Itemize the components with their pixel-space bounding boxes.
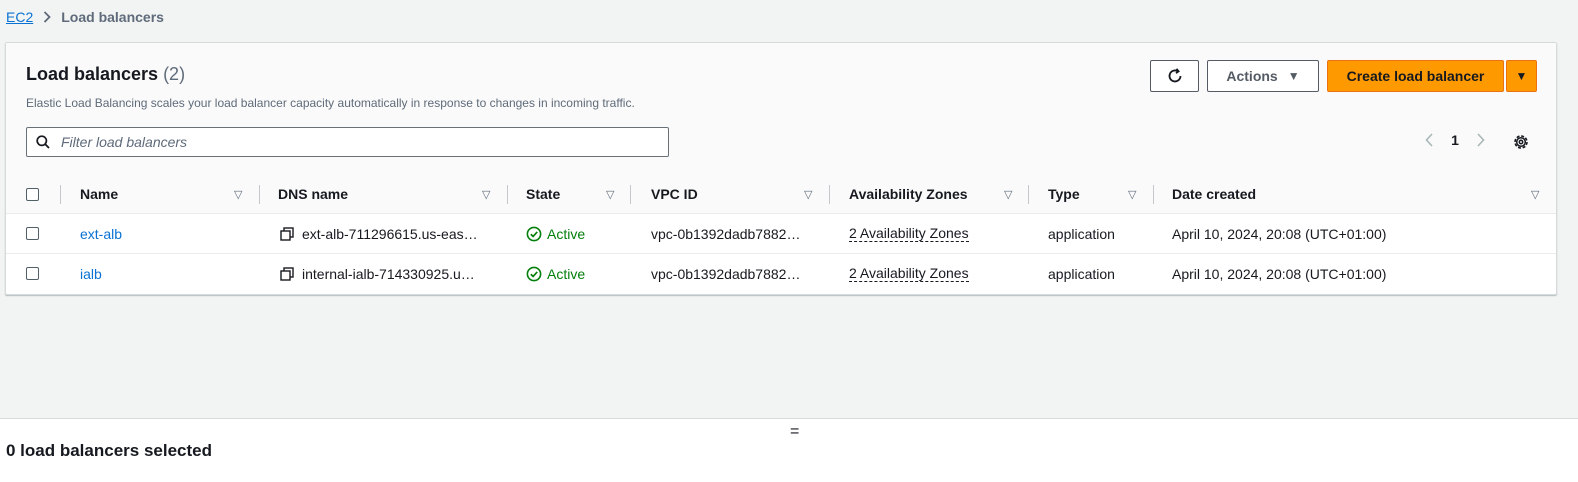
- breadcrumb-current: Load balancers: [61, 9, 164, 25]
- title-count: (2): [163, 64, 186, 84]
- lb-name-link[interactable]: ialb: [80, 266, 102, 282]
- check-circle-icon: [526, 266, 542, 281]
- load-balancers-panel: Load balancers (2) Elastic Load Balancin…: [5, 42, 1557, 295]
- current-page[interactable]: 1: [1441, 132, 1469, 148]
- split-panel: = 0 load balancers selected: [0, 418, 1578, 482]
- sort-icon[interactable]: ▽: [234, 175, 242, 213]
- selection-summary: 0 load balancers selected: [6, 441, 212, 460]
- lb-name-cell: ialb: [80, 254, 102, 293]
- table-row: ext-alb ext-alb-711296615.us-eas… Active…: [6, 214, 1556, 254]
- load-balancers-table: Name ▽ DNS name ▽ State ▽ VPC ID ▽ Avail…: [6, 175, 1556, 293]
- column-divider: [1153, 185, 1154, 204]
- filter-input[interactable]: [59, 133, 643, 151]
- breadcrumb: EC2 Load balancers: [6, 8, 164, 26]
- dns-name-text: ext-alb-711296615.us-eas…: [302, 225, 478, 242]
- state-text: Active: [547, 265, 586, 282]
- type-cell: application: [1048, 265, 1115, 282]
- column-divider: [507, 185, 508, 204]
- dns-cell: internal-ialb-714330925.u…: [280, 254, 500, 293]
- title-text: Load balancers: [26, 64, 159, 84]
- prev-page-icon[interactable]: [1417, 133, 1441, 147]
- sort-icon[interactable]: ▽: [606, 175, 614, 213]
- create-label: Create load balancer: [1346, 68, 1485, 84]
- dns-name-text: internal-ialb-714330925.u…: [302, 265, 475, 282]
- az-popover-trigger[interactable]: 2 Availability Zones: [849, 265, 969, 282]
- actions-button[interactable]: Actions ▼: [1207, 60, 1319, 92]
- breadcrumb-ec2-link[interactable]: EC2: [6, 9, 33, 25]
- column-header-state[interactable]: State: [526, 175, 560, 213]
- sort-icon[interactable]: ▽: [804, 175, 812, 213]
- column-header-name[interactable]: Name: [80, 175, 118, 213]
- chevron-right-icon: [43, 11, 52, 23]
- az-popover-trigger[interactable]: 2 Availability Zones: [849, 225, 969, 242]
- next-page-icon[interactable]: [1469, 133, 1493, 147]
- page-description: Elastic Load Balancing scales your load …: [26, 96, 635, 110]
- column-divider: [829, 185, 830, 204]
- create-load-balancer-button[interactable]: Create load balancer: [1327, 60, 1504, 92]
- search-icon: [36, 135, 50, 149]
- page-title: Load balancers (2): [26, 64, 185, 85]
- caret-down-icon: ▼: [1287, 69, 1300, 83]
- column-header-dns[interactable]: DNS name: [278, 175, 348, 213]
- state-text: Active: [547, 225, 586, 242]
- column-header-vpc[interactable]: VPC ID: [651, 175, 698, 213]
- filter-box: [26, 127, 669, 157]
- select-all-checkbox[interactable]: [26, 187, 39, 201]
- sort-icon[interactable]: ▽: [482, 175, 490, 213]
- dns-cell: ext-alb-711296615.us-eas…: [280, 214, 500, 253]
- row-select-cell: [26, 214, 39, 253]
- resize-handle[interactable]: =: [790, 423, 799, 441]
- select-all-cell: [26, 175, 39, 213]
- column-header-type[interactable]: Type: [1048, 175, 1080, 213]
- panel-header: Load balancers (2) Elastic Load Balancin…: [6, 43, 1556, 176]
- gear-icon[interactable]: [1512, 133, 1532, 153]
- copy-icon[interactable]: [280, 226, 294, 241]
- check-circle-icon: [526, 226, 542, 241]
- az-cell: 2 Availability Zones: [849, 254, 969, 293]
- refresh-button[interactable]: [1150, 60, 1199, 92]
- column-divider: [1028, 185, 1029, 204]
- az-cell: 2 Availability Zones: [849, 214, 969, 253]
- table-header-row: Name ▽ DNS name ▽ State ▽ VPC ID ▽ Avail…: [6, 175, 1556, 214]
- lb-name-link[interactable]: ext-alb: [80, 226, 122, 242]
- pagination: 1: [1417, 132, 1493, 148]
- state-cell: Active: [526, 214, 585, 253]
- sort-icon[interactable]: ▽: [1531, 175, 1539, 213]
- column-divider: [60, 185, 61, 204]
- sort-icon[interactable]: ▽: [1128, 175, 1136, 213]
- column-header-az[interactable]: Availability Zones: [849, 175, 968, 213]
- type-cell: application: [1048, 225, 1115, 242]
- row-select-cell: [26, 254, 39, 293]
- vpc-cell: vpc-0b1392dadb7882…: [651, 265, 801, 282]
- create-dropdown-button[interactable]: ▼: [1506, 60, 1537, 92]
- lb-name-cell: ext-alb: [80, 214, 122, 253]
- state-cell: Active: [526, 254, 585, 293]
- sort-icon[interactable]: ▽: [1004, 175, 1012, 213]
- caret-down-icon: ▼: [1515, 69, 1528, 83]
- vpc-cell: vpc-0b1392dadb7882…: [651, 225, 801, 242]
- copy-icon[interactable]: [280, 266, 294, 281]
- column-divider: [259, 185, 260, 204]
- row-checkbox[interactable]: [26, 227, 39, 240]
- column-divider: [630, 185, 631, 204]
- date-cell: April 10, 2024, 20:08 (UTC+01:00): [1172, 225, 1387, 242]
- actions-label: Actions: [1226, 68, 1278, 84]
- refresh-icon: [1168, 68, 1181, 83]
- row-checkbox[interactable]: [26, 267, 39, 280]
- table-row: ialb internal-ialb-714330925.u… Active v…: [6, 254, 1556, 293]
- date-cell: April 10, 2024, 20:08 (UTC+01:00): [1172, 265, 1387, 282]
- column-header-date[interactable]: Date created: [1172, 175, 1256, 213]
